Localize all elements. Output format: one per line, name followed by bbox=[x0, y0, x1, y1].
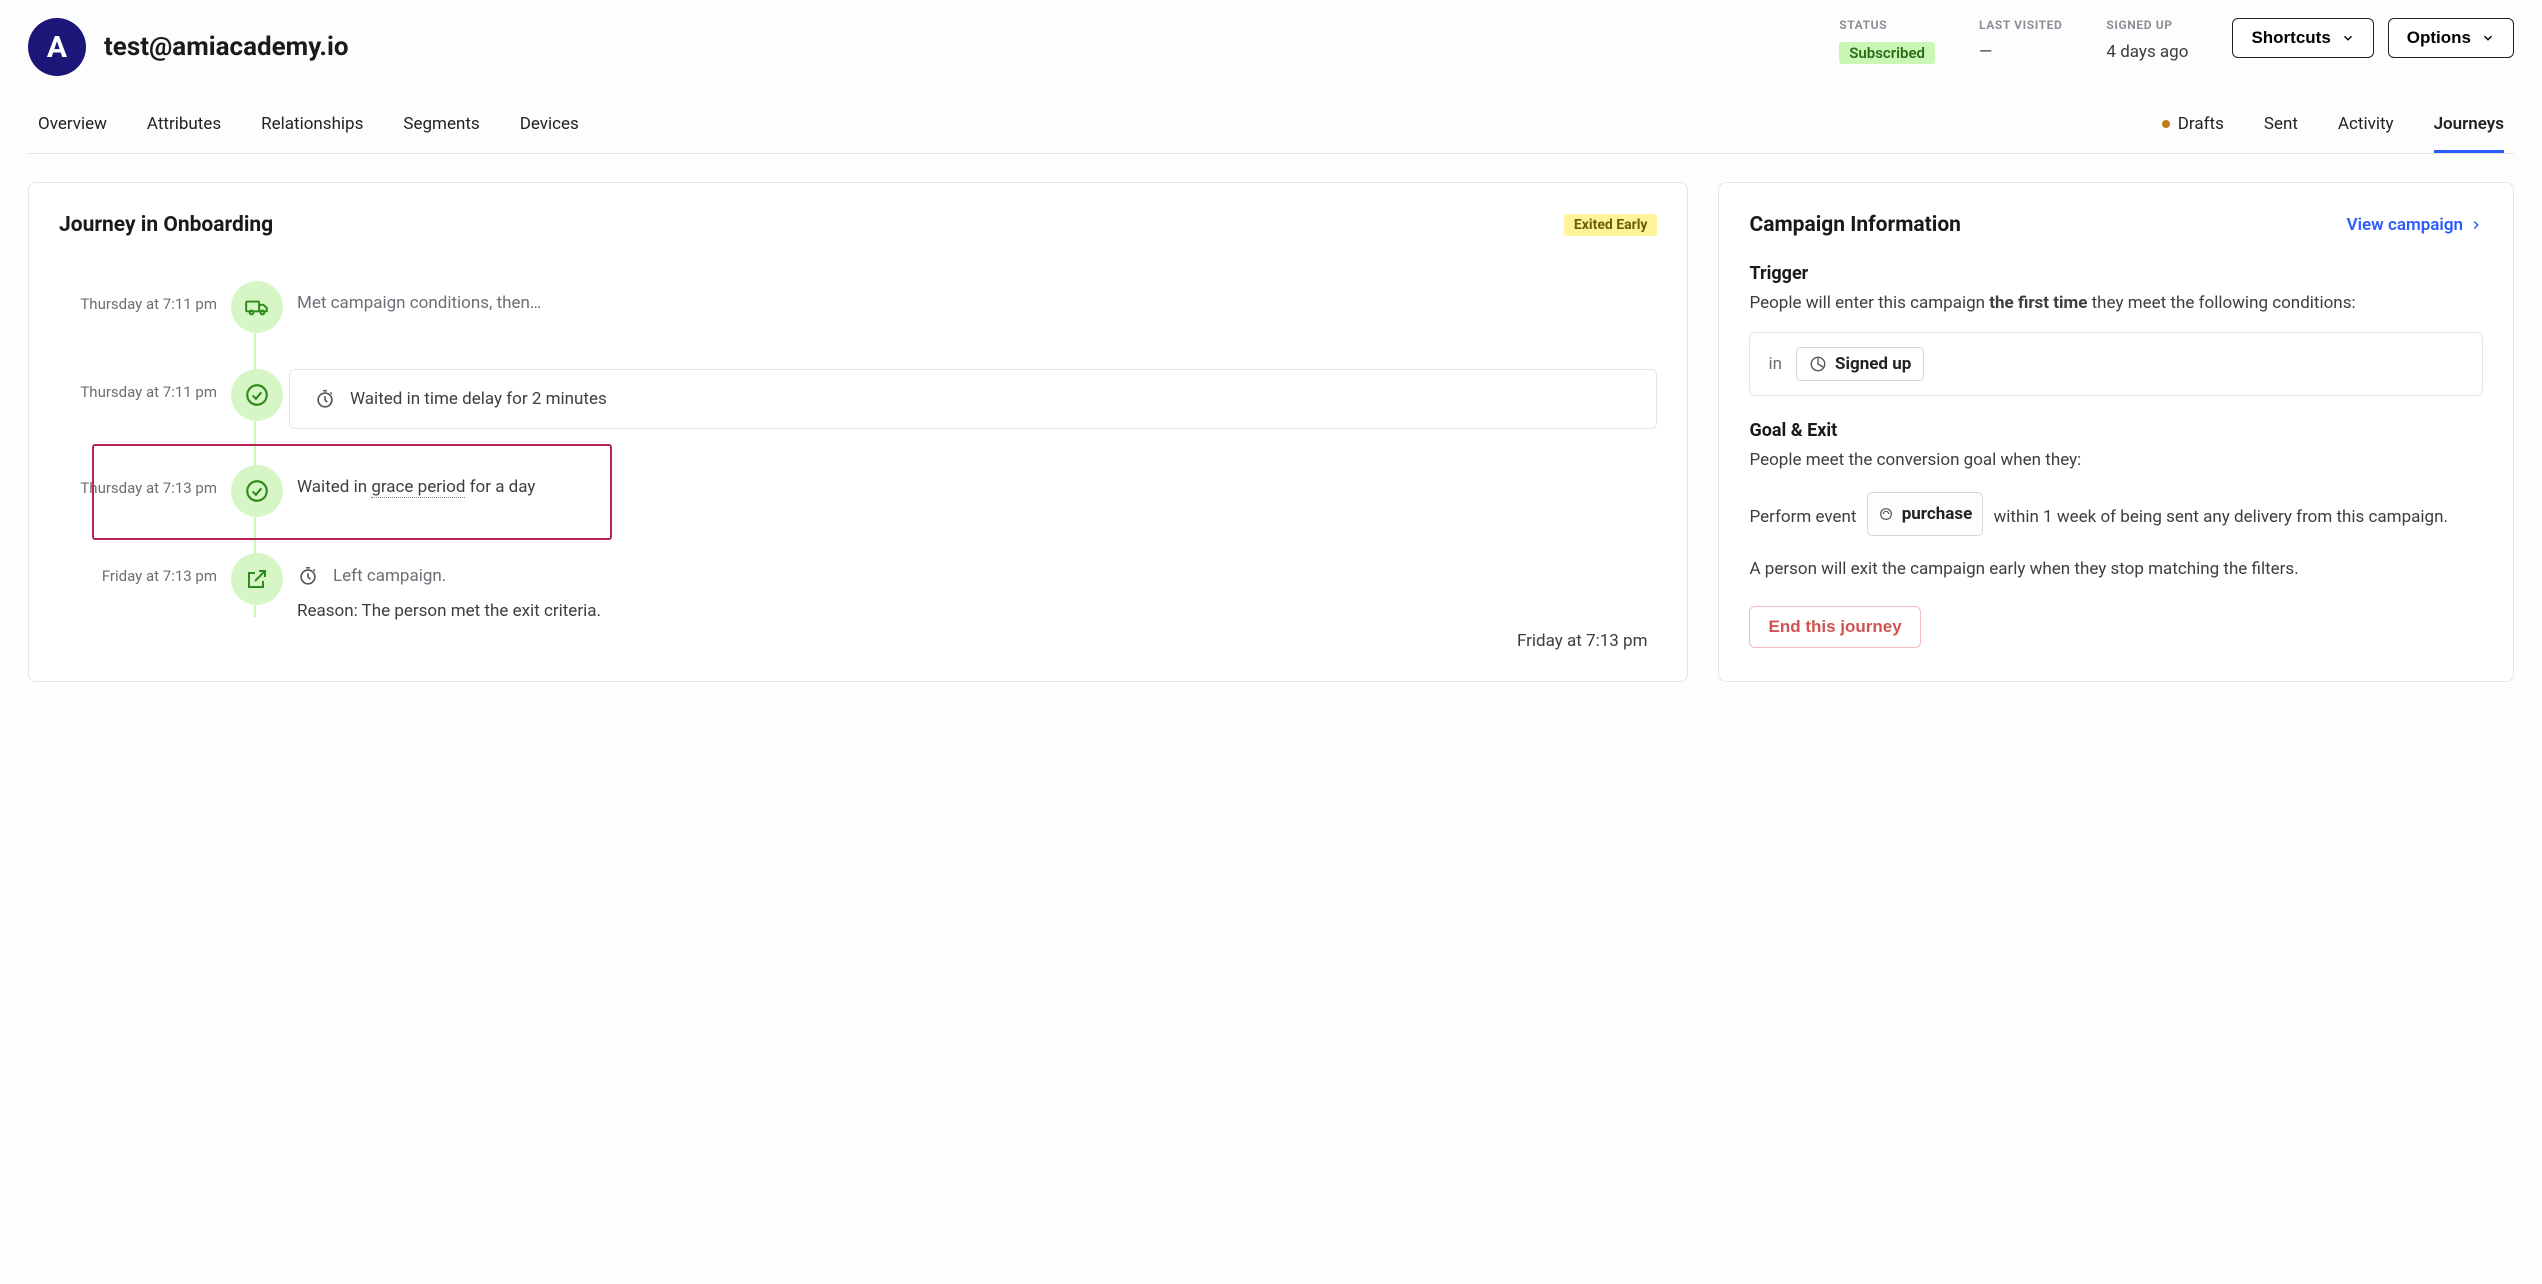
goal-intro: People meet the conversion goal when the… bbox=[1749, 447, 2483, 473]
timeline-text: Waited in grace period for a day bbox=[297, 465, 1657, 497]
tabs: Overview Attributes Relationships Segmen… bbox=[28, 104, 2514, 154]
trigger-pre: People will enter this campaign bbox=[1749, 293, 1989, 313]
trigger-text: People will enter this campaign the firs… bbox=[1749, 290, 2483, 316]
tab-drafts[interactable]: Drafts bbox=[2162, 104, 2224, 153]
grace-period-link[interactable]: grace period bbox=[371, 477, 465, 498]
view-campaign-label: View campaign bbox=[2347, 215, 2463, 235]
last-visited-label: LAST VISITED bbox=[1979, 18, 2062, 32]
shortcuts-label: Shortcuts bbox=[2251, 28, 2330, 48]
timeline: Thursday at 7:11 pm Met campaign conditi… bbox=[59, 263, 1657, 651]
text-post: for a day bbox=[465, 477, 535, 497]
goal-exit-heading: Goal & Exit bbox=[1749, 420, 2483, 441]
timeline-body: Left campaign. Reason: The person met th… bbox=[297, 553, 1657, 621]
tab-overview[interactable]: Overview bbox=[38, 104, 107, 153]
chevron-right-icon bbox=[2469, 218, 2483, 232]
meta-last-visited: LAST VISITED — bbox=[1979, 18, 2062, 62]
timeline-row: Thursday at 7:11 pm Met campaign conditi… bbox=[59, 263, 1657, 351]
goal-condition: Perform event purchase within 1 week of … bbox=[1749, 492, 2483, 536]
tab-attributes[interactable]: Attributes bbox=[147, 104, 221, 153]
segment-icon bbox=[1809, 355, 1827, 373]
segment-chip-label: Signed up bbox=[1835, 354, 1911, 374]
timeline-text: Waited in time delay for 2 minutes bbox=[350, 389, 607, 409]
exit-icon bbox=[231, 553, 283, 605]
signed-up-value: 4 days ago bbox=[2106, 42, 2188, 62]
timeline-row: Friday at 7:13 pm bbox=[59, 535, 1657, 651]
chevron-down-icon bbox=[2341, 31, 2355, 45]
timeline-row: Thursday at 7:11 pm bbox=[59, 351, 1657, 447]
event-icon bbox=[1878, 506, 1894, 522]
timeline-reason: Reason: The person met the exit criteria… bbox=[297, 601, 1657, 621]
trigger-strong: the first time bbox=[1989, 293, 2087, 313]
tab-segments[interactable]: Segments bbox=[403, 104, 479, 153]
journey-card: Journey in Onboarding Exited Early Thurs… bbox=[28, 182, 1688, 682]
meta-signed-up: SIGNED UP 4 days ago bbox=[2106, 18, 2188, 62]
signed-up-label: SIGNED UP bbox=[2106, 18, 2188, 32]
journey-title: Journey in Onboarding bbox=[59, 213, 273, 237]
avatar-initial: A bbox=[47, 30, 67, 65]
stopwatch-icon bbox=[297, 565, 319, 587]
timeline-time: Thursday at 7:11 pm bbox=[59, 369, 217, 401]
timeline-text: Met campaign conditions, then… bbox=[297, 281, 1657, 313]
chevron-down-icon bbox=[2481, 31, 2495, 45]
avatar: A bbox=[28, 18, 86, 76]
tab-journeys[interactable]: Journeys bbox=[2434, 104, 2504, 153]
check-circle-icon bbox=[231, 369, 283, 421]
check-circle-icon bbox=[231, 465, 283, 517]
last-visited-value: — bbox=[1979, 42, 2062, 62]
options-button[interactable]: Options bbox=[2388, 18, 2514, 58]
timeline-row-highlighted: Thursday at 7:13 pm Waited in grace peri… bbox=[59, 447, 1657, 535]
truck-icon bbox=[231, 281, 283, 333]
perform-event-label: Perform event bbox=[1749, 507, 1856, 527]
trigger-heading: Trigger bbox=[1749, 263, 2483, 284]
stopwatch-icon bbox=[314, 388, 336, 410]
condition-in: in bbox=[1768, 354, 1782, 374]
meta-status: STATUS Subscribed bbox=[1839, 18, 1935, 64]
view-campaign-link[interactable]: View campaign bbox=[2347, 215, 2483, 235]
trigger-post: they meet the following conditions: bbox=[2087, 293, 2355, 313]
end-journey-button[interactable]: End this journey bbox=[1749, 606, 1920, 648]
timeline-box: Waited in time delay for 2 minutes bbox=[289, 369, 1657, 429]
shortcuts-button[interactable]: Shortcuts bbox=[2232, 18, 2373, 58]
draft-indicator-icon bbox=[2162, 120, 2170, 128]
tab-sent[interactable]: Sent bbox=[2264, 104, 2298, 153]
profile-email: test@amiacademy.io bbox=[104, 32, 349, 62]
status-badge: Subscribed bbox=[1839, 42, 1935, 64]
campaign-info-title: Campaign Information bbox=[1749, 213, 1960, 237]
timeline-time: Thursday at 7:11 pm bbox=[59, 281, 217, 313]
event-chip-label: purchase bbox=[1902, 498, 1973, 530]
exited-early-badge: Exited Early bbox=[1564, 214, 1658, 236]
tab-devices[interactable]: Devices bbox=[520, 104, 579, 153]
status-label: STATUS bbox=[1839, 18, 1935, 32]
goal-tail: within 1 week of being sent any delivery… bbox=[1993, 507, 2447, 527]
text-pre: Waited in bbox=[297, 477, 371, 497]
timeline-time: Thursday at 7:13 pm bbox=[59, 465, 217, 497]
event-chip[interactable]: purchase bbox=[1867, 492, 1984, 536]
timeline-foot-timestamp: Friday at 7:13 pm bbox=[1517, 631, 1648, 651]
end-journey-label: End this journey bbox=[1768, 617, 1901, 636]
options-label: Options bbox=[2407, 28, 2471, 48]
segment-chip[interactable]: Signed up bbox=[1796, 347, 1924, 381]
exit-text: A person will exit the campaign early wh… bbox=[1749, 556, 2483, 582]
timeline-time: Friday at 7:13 pm bbox=[59, 553, 217, 585]
trigger-condition-box: in Signed up bbox=[1749, 332, 2483, 396]
page-header: A test@amiacademy.io STATUS Subscribed L… bbox=[28, 18, 2514, 76]
tab-activity[interactable]: Activity bbox=[2338, 104, 2394, 153]
tab-drafts-label: Drafts bbox=[2178, 114, 2224, 134]
campaign-info-card: Campaign Information View campaign Trigg… bbox=[1718, 182, 2514, 682]
tab-relationships[interactable]: Relationships bbox=[261, 104, 363, 153]
timeline-text: Left campaign. bbox=[333, 566, 446, 586]
